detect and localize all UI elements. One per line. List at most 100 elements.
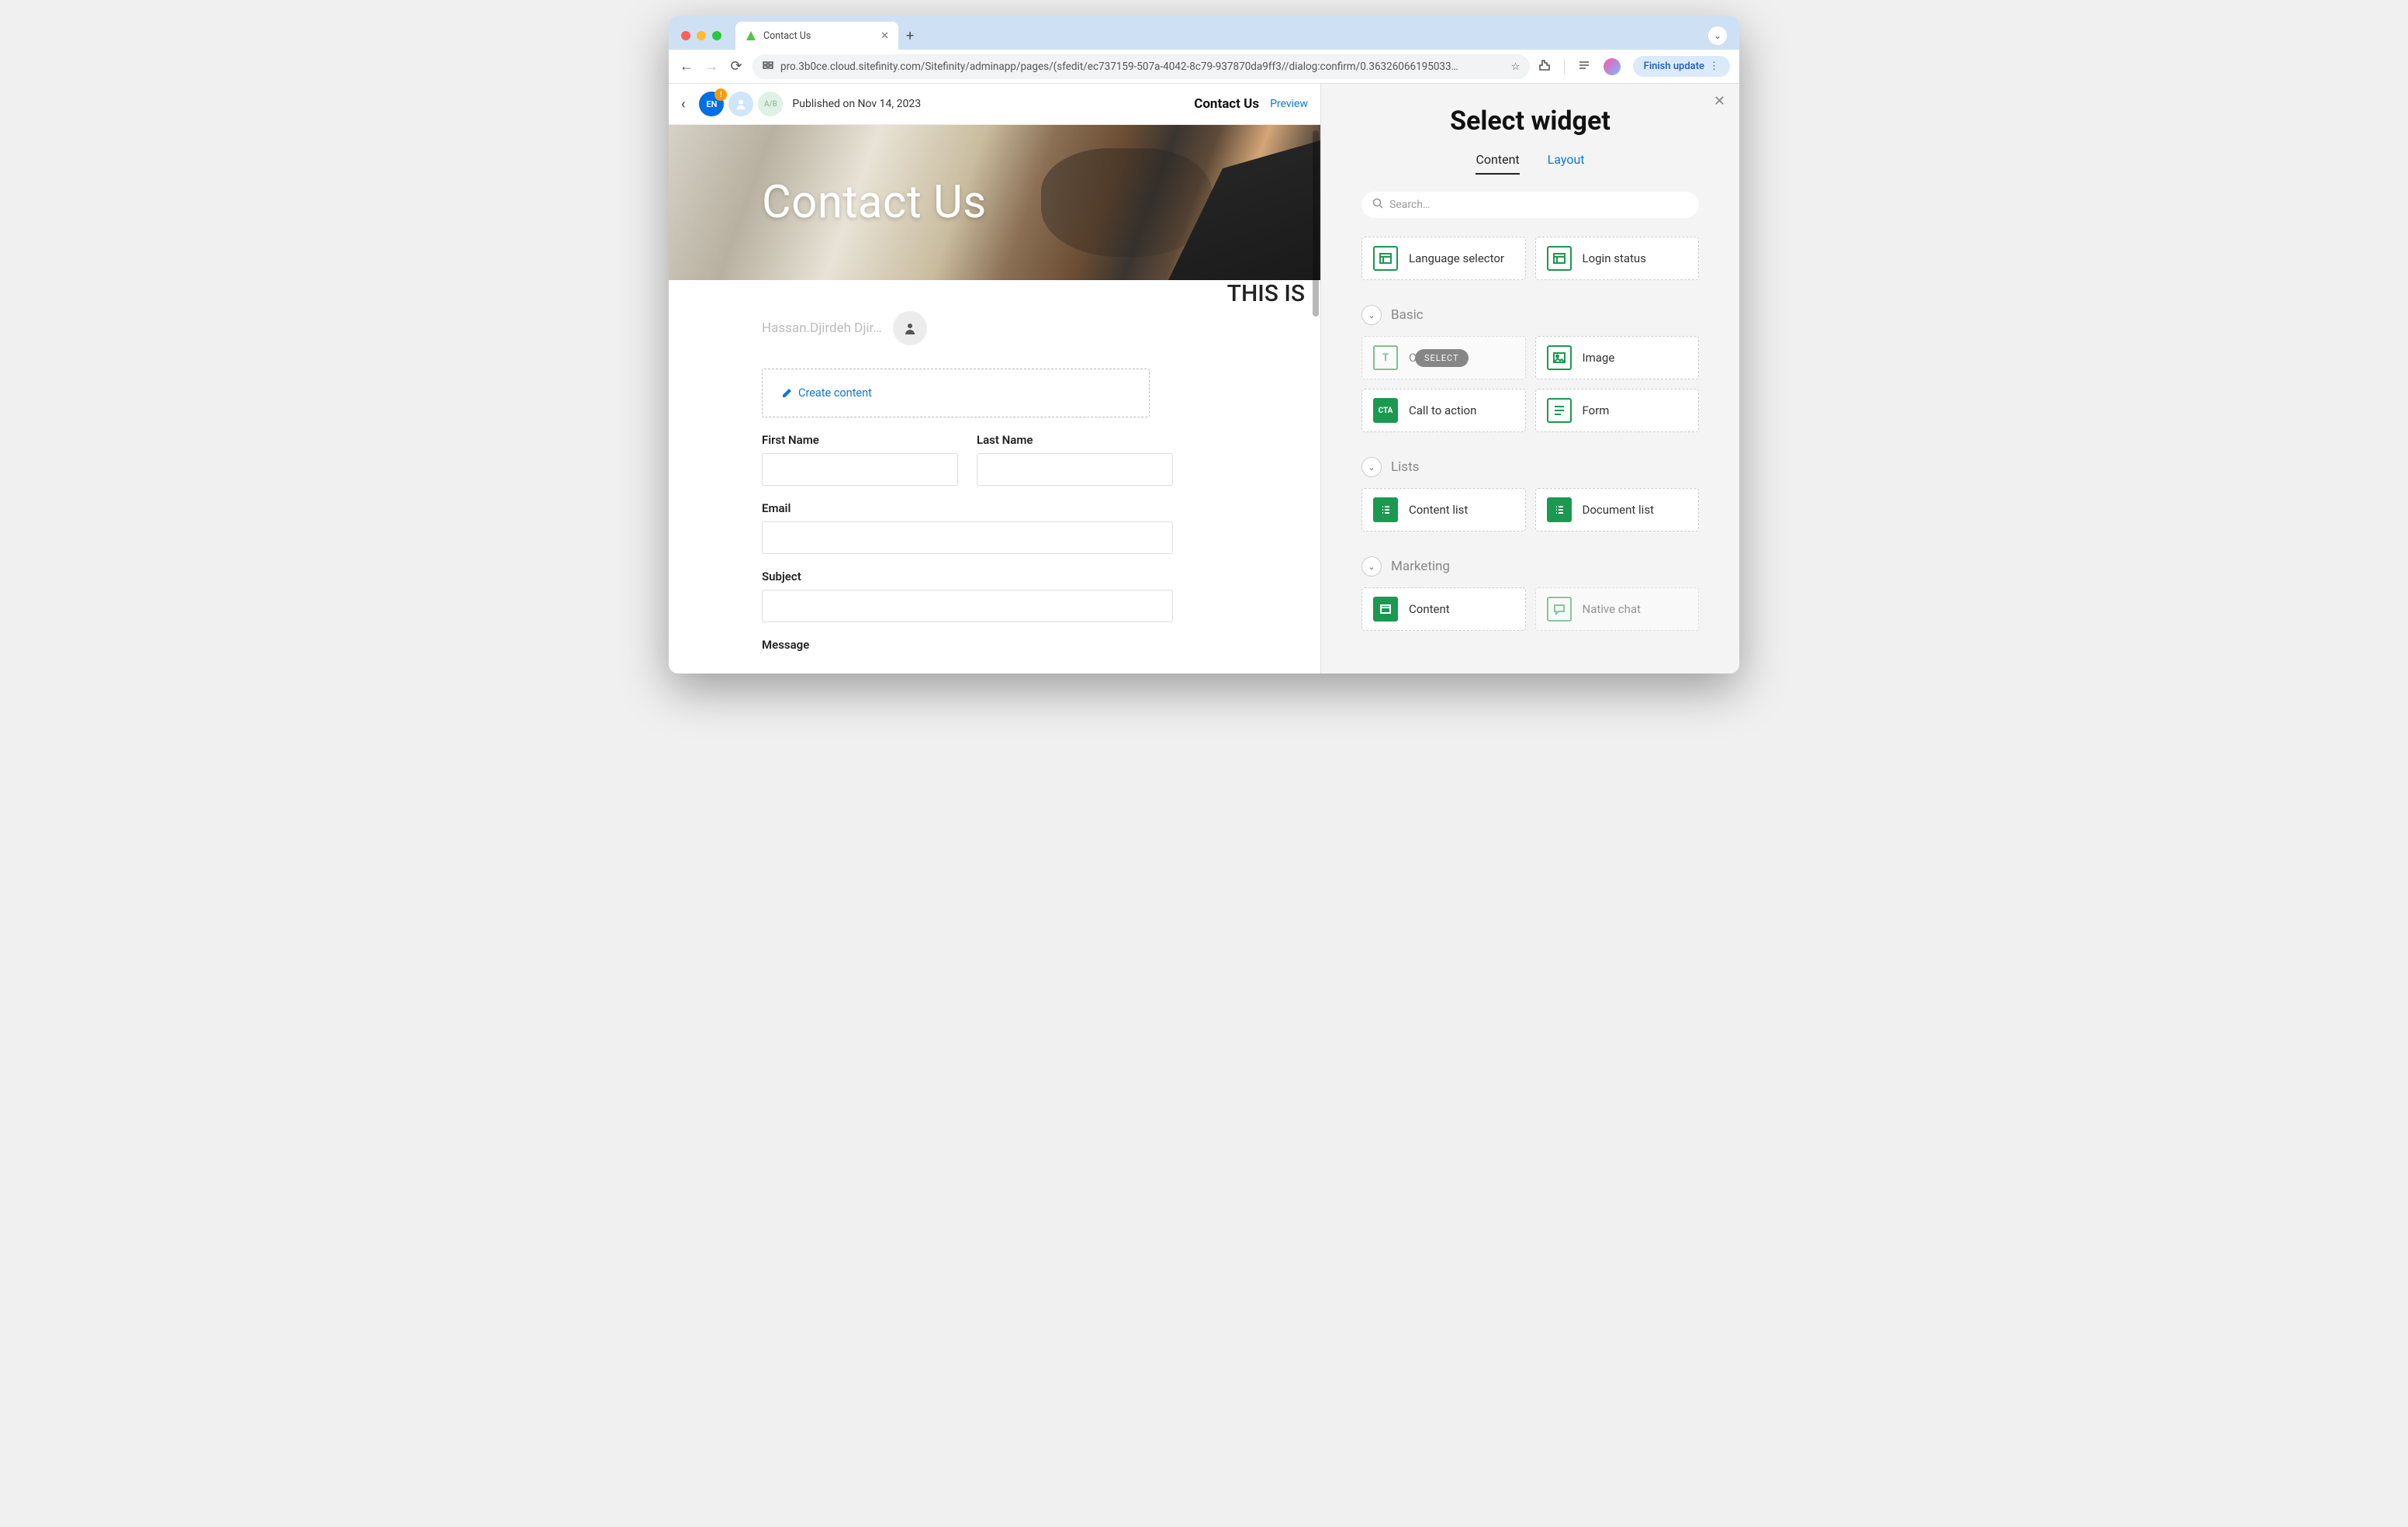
chat-icon <box>1547 597 1572 622</box>
first-name-input[interactable] <box>762 453 958 486</box>
panel-close-icon[interactable]: ✕ <box>1714 93 1725 109</box>
author-avatar-icon <box>893 311 927 345</box>
widget-section-lists: ⌄ Lists Content list Document lis <box>1321 443 1739 542</box>
widget-label: Content <box>1409 602 1450 616</box>
panel-title: Select widget <box>1321 106 1739 137</box>
widget-image[interactable]: Image <box>1535 336 1700 379</box>
url-field[interactable]: pro.3b0ce.cloud.sitefinity.com/Sitefinit… <box>752 54 1530 79</box>
maximize-window-button[interactable] <box>712 31 721 40</box>
widget-label: Native chat <box>1583 602 1641 616</box>
section-name: Basic <box>1391 307 1424 323</box>
page-title: Contact Us <box>1194 96 1259 112</box>
widget-label: Login status <box>1583 251 1646 265</box>
close-window-button[interactable] <box>681 31 690 40</box>
tabs-dropdown-button[interactable]: ⌄ <box>1708 26 1727 45</box>
browser-window: Contact Us ✕ + ⌄ ← → ⟳ pro.3b0ce.cloud.s… <box>669 16 1739 673</box>
text-icon: T <box>1373 345 1398 370</box>
widget-label: Form <box>1583 403 1610 417</box>
bookmark-icon[interactable]: ☆ <box>1511 61 1521 73</box>
section-toggle-lists[interactable]: ⌄ <box>1361 457 1382 477</box>
toolbar-icons: Finish update ⋮ <box>1538 56 1730 77</box>
widget-content-block[interactable]: T Co ck SELECT <box>1361 336 1526 379</box>
back-button[interactable]: ← <box>678 58 695 74</box>
subject-label: Subject <box>762 570 1173 583</box>
select-pill: SELECT <box>1415 349 1469 367</box>
panel-tabs: Content Layout <box>1321 152 1739 175</box>
extensions-icon[interactable] <box>1538 58 1552 75</box>
contact-form: First Name Last Name Email Subject <box>762 433 1173 658</box>
toolbar-separator <box>1564 59 1565 74</box>
widget-panel: ✕ Select widget Content Layout Search… <box>1320 84 1739 673</box>
widget-icon <box>1373 246 1398 271</box>
browser-tab[interactable]: Contact Us ✕ <box>735 22 898 50</box>
finish-update-label: Finish update <box>1644 61 1704 72</box>
minimize-window-button[interactable] <box>697 31 706 40</box>
widget-language-selector[interactable]: Language selector <box>1361 237 1526 280</box>
ab-badge-label: A/B <box>764 100 777 109</box>
last-name-input[interactable] <box>977 453 1173 486</box>
media-icon[interactable] <box>1577 58 1591 75</box>
address-bar: ← → ⟳ pro.3b0ce.cloud.sitefinity.com/Sit… <box>669 50 1739 84</box>
widget-document-list[interactable]: Document list <box>1535 488 1700 532</box>
content-icon <box>1373 597 1398 622</box>
browser-chrome: Contact Us ✕ + ⌄ ← → ⟳ pro.3b0ce.cloud.s… <box>669 16 1739 84</box>
site-settings-icon[interactable] <box>762 59 774 74</box>
widget-login-status[interactable]: Login status <box>1535 237 1700 280</box>
ab-test-badge[interactable]: A/B <box>758 92 783 116</box>
url-text: pro.3b0ce.cloud.sitefinity.com/Sitefinit… <box>780 61 1458 73</box>
section-name: Marketing <box>1391 559 1450 574</box>
this-is-heading: THIS IS <box>1227 280 1305 307</box>
create-content-block[interactable]: Create content <box>762 369 1150 417</box>
pencil-icon <box>781 388 792 399</box>
user-badge[interactable] <box>728 92 753 116</box>
language-badge-label: EN <box>706 99 717 109</box>
hero-title: Contact Us <box>762 176 987 229</box>
scrollbar-thumb[interactable] <box>1313 130 1319 317</box>
tab-close-icon[interactable]: ✕ <box>881 30 889 42</box>
finish-update-button[interactable]: Finish update ⋮ <box>1633 56 1730 77</box>
cta-icon: CTA <box>1373 398 1398 423</box>
main-scrollbar[interactable] <box>1310 84 1320 673</box>
widget-content-list[interactable]: Content list <box>1361 488 1526 532</box>
widget-marketing-content[interactable]: Content <box>1361 587 1526 631</box>
language-badge[interactable]: EN ! <box>699 92 724 116</box>
subject-input[interactable] <box>762 590 1173 622</box>
notification-badge: ! <box>714 88 727 101</box>
reload-button[interactable]: ⟳ <box>728 58 745 74</box>
search-icon <box>1372 198 1383 212</box>
widget-label: Language selector <box>1409 251 1504 265</box>
email-input[interactable] <box>762 521 1173 554</box>
section-toggle-basic[interactable]: ⌄ <box>1361 305 1382 325</box>
widget-section-top: Language selector Login status <box>1321 237 1739 291</box>
profile-avatar[interactable] <box>1604 58 1621 75</box>
author-name: Hassan.Djirdeh Djir… <box>762 320 882 336</box>
section-name: Lists <box>1391 459 1419 475</box>
published-text: Published on Nov 14, 2023 <box>792 98 921 110</box>
app-container: ‹ EN ! A/B Published on Nov 14, 2023 Con <box>669 84 1739 673</box>
widget-label: Image <box>1583 351 1615 365</box>
widget-section-basic: ⌄ Basic T Co ck SELECT Image <box>1321 291 1739 443</box>
create-content-link[interactable]: Create content <box>781 386 1130 400</box>
widget-call-to-action[interactable]: CTA Call to action <box>1361 389 1526 432</box>
more-icon[interactable]: ⋮ <box>1709 61 1719 72</box>
editor-back-button[interactable]: ‹ <box>681 96 690 113</box>
message-label: Message <box>762 638 1173 652</box>
hero-banner: Contact Us <box>669 125 1320 280</box>
section-toggle-marketing[interactable]: ⌄ <box>1361 556 1382 577</box>
tab-content[interactable]: Content <box>1476 152 1519 175</box>
forward-button[interactable]: → <box>703 58 720 74</box>
widget-form[interactable]: Form <box>1535 389 1700 432</box>
tab-layout[interactable]: Layout <box>1548 152 1585 175</box>
new-tab-button[interactable]: + <box>906 28 914 44</box>
preview-link[interactable]: Preview <box>1270 98 1308 110</box>
image-icon <box>1547 345 1572 370</box>
widget-section-marketing: ⌄ Marketing Content Native chat <box>1321 542 1739 642</box>
widget-label: Call to action <box>1409 403 1476 417</box>
widget-search[interactable]: Search… <box>1361 192 1699 218</box>
tab-title: Contact Us <box>763 30 811 42</box>
author-row: Hassan.Djirdeh Djir… <box>762 311 1274 345</box>
first-name-label: First Name <box>762 433 958 447</box>
search-placeholder: Search… <box>1389 199 1430 211</box>
page-body: THIS IS Hassan.Djirdeh Djir… Create cont… <box>669 280 1320 673</box>
widget-native-chat[interactable]: Native chat <box>1535 587 1700 631</box>
